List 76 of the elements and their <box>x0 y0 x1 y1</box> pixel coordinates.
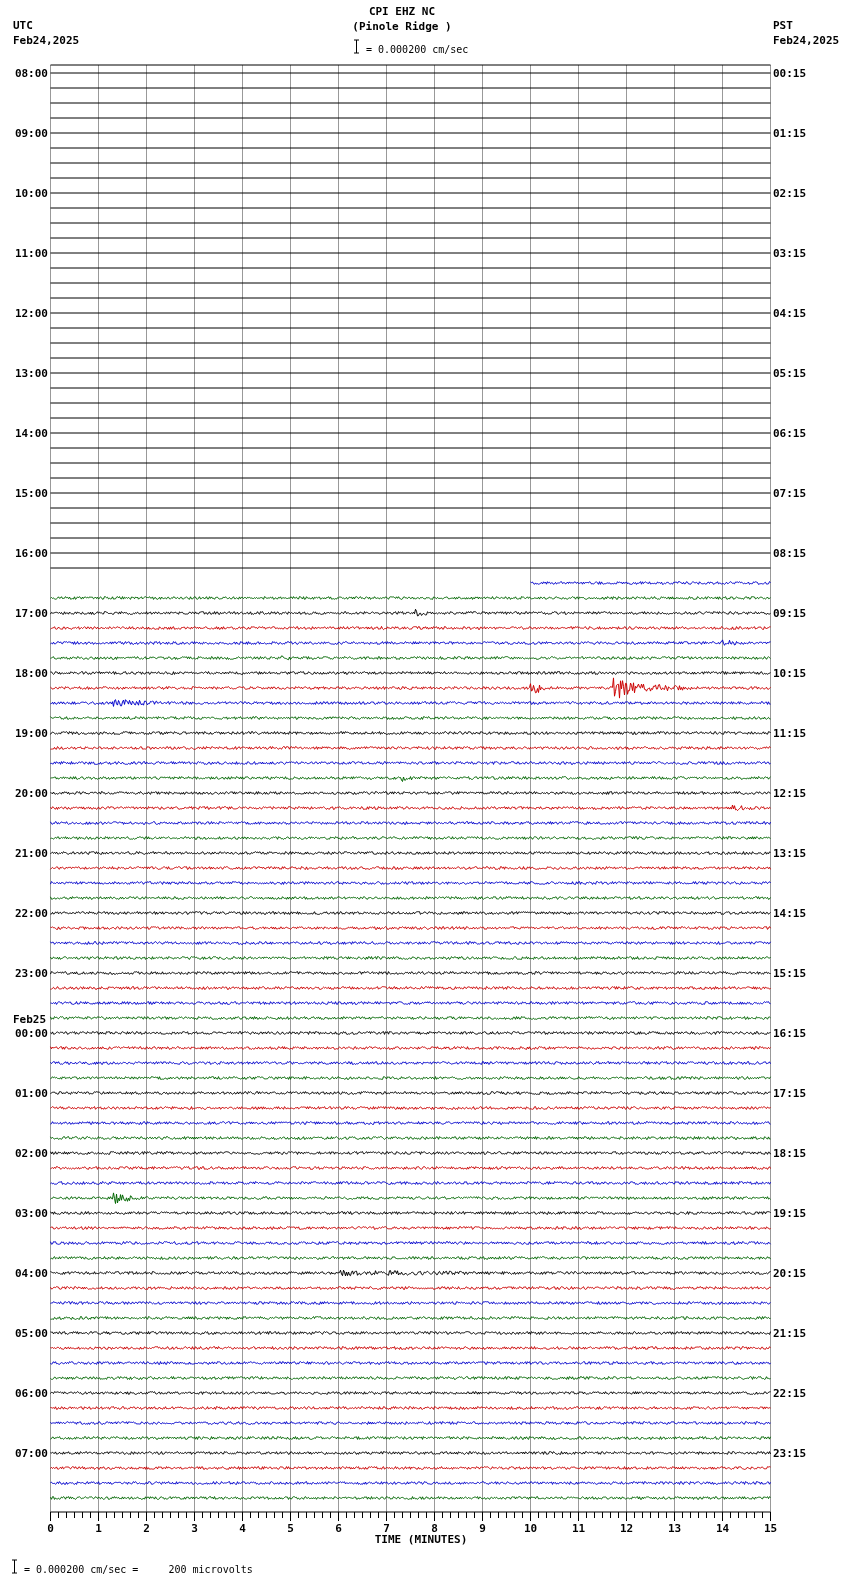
utc-time-label: 14:00 <box>14 427 48 440</box>
station-subtitle: (Pinole Ridge ) <box>352 20 452 33</box>
utc-time-label: 01:00 <box>14 1087 48 1100</box>
date-label: Feb24,2025 <box>13 34 80 47</box>
utc-time-label: 19:00 <box>14 727 48 740</box>
tick-label: 0 <box>47 1522 54 1535</box>
pst-time-label: 13:15 <box>773 847 807 860</box>
utc-time-label: 16:00 <box>14 547 48 560</box>
pst-time-label: 17:15 <box>773 1087 807 1100</box>
utc-time-label: 06:00 <box>14 1387 48 1400</box>
pst-time-label: 21:15 <box>773 1327 807 1340</box>
pst-time-label: 06:15 <box>773 427 807 440</box>
pst-time-label: 14:15 <box>773 907 807 920</box>
pst-time-label: 00:15 <box>773 67 807 80</box>
pst-time-label: 22:15 <box>773 1387 807 1400</box>
pst-time-label: 02:15 <box>773 187 807 200</box>
date-label: Feb24,2025 <box>773 34 840 47</box>
pst-time-label: 09:15 <box>773 607 807 620</box>
pst-time-label: 20:15 <box>773 1267 807 1280</box>
date-label: Feb25 <box>13 1013 47 1026</box>
tick-label: 2 <box>143 1522 150 1535</box>
tick-label: 12 <box>619 1522 634 1535</box>
axis-label: TIME (MINUTES) <box>374 1533 468 1546</box>
utc-time-label: 10:00 <box>14 187 48 200</box>
pst-time-label: 07:15 <box>773 487 807 500</box>
tick-label: 3 <box>191 1522 198 1535</box>
pst-time-label: 05:15 <box>773 367 807 380</box>
tick-label: 4 <box>239 1522 246 1535</box>
utc-time-label: 09:00 <box>14 127 48 140</box>
utc-time-label: 13:00 <box>14 367 48 380</box>
scale-label: = 0.000200 cm/sec = 200 microvolts <box>24 1564 253 1575</box>
utc-time-label: 04:00 <box>14 1267 48 1280</box>
utc-time-label: 21:00 <box>14 847 48 860</box>
tick-label: 6 <box>335 1522 342 1535</box>
tick-label: 13 <box>667 1522 682 1535</box>
utc-time-label: 23:00 <box>14 967 48 980</box>
timezone-label: UTC <box>13 19 33 32</box>
scale-bar-icon <box>11 1559 18 1574</box>
utc-time-label: 03:00 <box>14 1207 48 1220</box>
pst-time-label: 16:15 <box>773 1027 807 1040</box>
pst-time-label: 11:15 <box>773 727 807 740</box>
pst-time-label: 10:15 <box>773 667 807 680</box>
utc-time-label: 11:00 <box>14 247 48 260</box>
utc-time-label: 08:00 <box>14 67 48 80</box>
utc-time-label: 20:00 <box>14 787 48 800</box>
timezone-label: PST <box>773 19 793 32</box>
tick-label: 10 <box>523 1522 538 1535</box>
pst-time-label: 03:15 <box>773 247 807 260</box>
utc-time-label: 22:00 <box>14 907 48 920</box>
utc-time-label: 07:00 <box>14 1447 48 1460</box>
utc-time-label: 17:00 <box>14 607 48 620</box>
utc-time-label: 12:00 <box>14 307 48 320</box>
pst-time-label: 15:15 <box>773 967 807 980</box>
tick-label: 11 <box>571 1522 586 1535</box>
utc-time-label: 18:00 <box>14 667 48 680</box>
scale-bar-icon <box>353 39 360 54</box>
tick-label: 5 <box>287 1522 294 1535</box>
pst-time-label: 18:15 <box>773 1147 807 1160</box>
utc-time-label: 02:00 <box>14 1147 48 1160</box>
scale-label: = 0.000200 cm/sec <box>366 44 469 55</box>
tick-label: 9 <box>479 1522 486 1535</box>
pst-time-label: 23:15 <box>773 1447 807 1460</box>
tick-label: 1 <box>95 1522 102 1535</box>
tick-label: 8 <box>431 1522 438 1535</box>
pst-time-label: 08:15 <box>773 547 807 560</box>
pst-time-label: 01:15 <box>773 127 807 140</box>
tick-label: 15 <box>763 1522 778 1535</box>
tick-label: 14 <box>715 1522 730 1535</box>
utc-time-label: 00:00 <box>14 1027 48 1040</box>
station-title: CPI EHZ NC <box>368 5 436 18</box>
pst-time-label: 19:15 <box>773 1207 807 1220</box>
tick-label: 7 <box>383 1522 390 1535</box>
utc-time-label: 15:00 <box>14 487 48 500</box>
pst-time-label: 12:15 <box>773 787 807 800</box>
utc-time-label: 05:00 <box>14 1327 48 1340</box>
pst-time-label: 04:15 <box>773 307 807 320</box>
